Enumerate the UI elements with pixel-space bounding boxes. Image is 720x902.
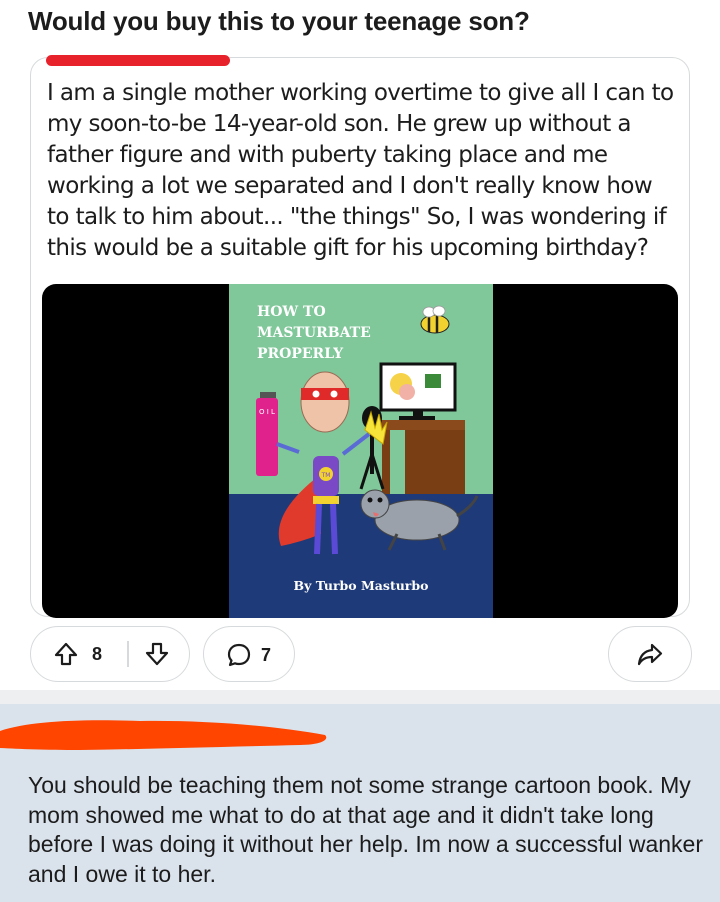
cover-title-line-2: MASTURBATE: [257, 325, 371, 341]
post-title: Would you buy this to your teenage son?: [28, 6, 530, 36]
upvote-count: 8: [92, 644, 103, 664]
comment-button[interactable]: 7: [203, 626, 295, 682]
redacted-username-bar: [46, 55, 230, 66]
cover-author: By Turbo Masturbo: [294, 578, 429, 593]
vote-pill: 8: [30, 626, 190, 682]
bee-icon: [420, 305, 450, 334]
oil-bottle: O I L: [256, 392, 278, 476]
post-action-bar: 8 7: [30, 626, 692, 684]
comment-body: You should be teaching them not some str…: [28, 772, 704, 887]
comment-bubble-icon: [226, 642, 252, 668]
quoted-post-body: I am a single mother working overtime to…: [47, 80, 674, 261]
bottle-label: O I L: [259, 408, 275, 416]
redacted-commenter-name: [0, 720, 327, 750]
downvote-icon[interactable]: [144, 641, 170, 667]
share-arrow-icon: [636, 640, 664, 668]
cover-title-line-1: HOW TO: [257, 304, 326, 320]
vote-divider: [127, 641, 129, 667]
book-cover-illustration: HOW TO MASTURBATE PROPERLY O I L TM By T…: [229, 284, 493, 618]
cover-title-line-3: PROPERLY: [257, 346, 344, 362]
section-divider: [0, 690, 720, 704]
belt-logo: TM: [321, 472, 331, 479]
comment-count: 7: [261, 645, 272, 665]
share-button[interactable]: [608, 626, 692, 682]
post-image[interactable]: HOW TO MASTURBATE PROPERLY O I L TM By T…: [42, 284, 678, 618]
upvote-icon[interactable]: [53, 641, 79, 667]
